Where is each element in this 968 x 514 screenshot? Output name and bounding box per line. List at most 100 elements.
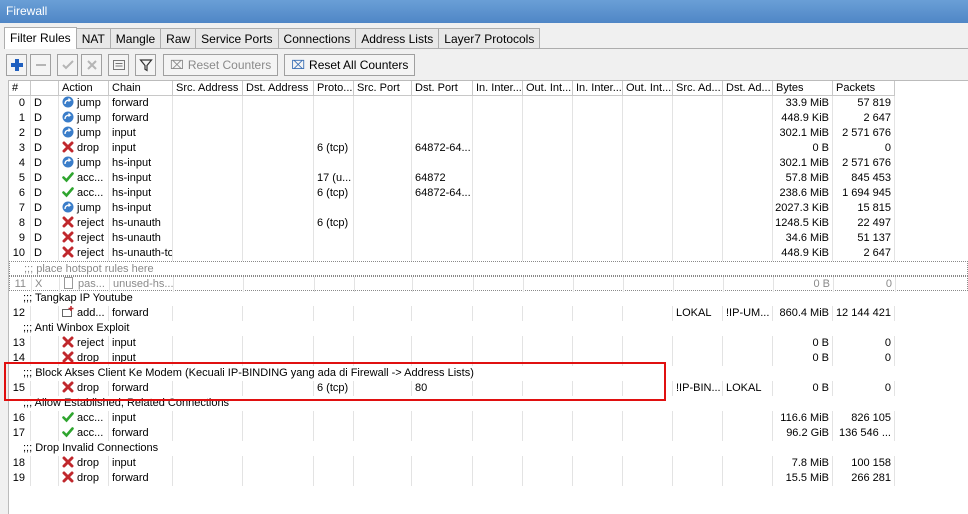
rule-number: 2 xyxy=(9,126,31,141)
rule-row[interactable]: 5 Dacc... hs-input 17 (u... 64872 57.8 MiB 845… xyxy=(9,171,968,186)
tab-layer7-protocols[interactable]: Layer7 Protocols xyxy=(438,28,541,49)
rule-dst-port xyxy=(412,351,473,366)
rule-row[interactable]: 7 Djump hs-input 2027.3 KiB 15 815 xyxy=(9,201,968,216)
empty-cell xyxy=(573,411,623,426)
empty-cell xyxy=(354,426,412,441)
column-header[interactable]: Src. Port xyxy=(354,81,412,96)
disable-button[interactable] xyxy=(81,54,102,76)
rule-row[interactable]: 8 Dreject hs-unauth 6 (tcp) 1248.5 KiB 22 497 xyxy=(9,216,968,231)
rule-row[interactable]: 16 acc... input 116.6 MiB 826 105 xyxy=(9,411,968,426)
reset-all-counters-label: Reset All Counters xyxy=(309,58,409,72)
empty-cell xyxy=(173,336,243,351)
rule-dst-port xyxy=(412,456,473,471)
comment-row[interactable]: ;;; Anti Winbox Exploit xyxy=(9,321,968,336)
rule-row[interactable]: 17 acc... forward 96.2 GiB 136 546 ... xyxy=(9,426,968,441)
comment-row[interactable]: ;;; Drop Invalid Connections xyxy=(9,441,968,456)
rule-row[interactable]: 0 Djump forward 33.9 MiB 57 819 xyxy=(9,96,968,111)
rule-chain: forward xyxy=(109,426,173,441)
column-header[interactable] xyxy=(31,81,59,96)
rule-dst-port xyxy=(412,126,473,141)
tab-service-ports[interactable]: Service Ports xyxy=(195,28,279,49)
rule-row[interactable]: 13 reject input 0 B0 xyxy=(9,336,968,351)
empty-cell xyxy=(173,456,243,471)
rule-chain: hs-input xyxy=(109,171,173,186)
rule-comment: ;;; Allow Established, Related Connectio… xyxy=(23,397,230,409)
rule-row[interactable]: 4 Djump hs-input 302.1 MiB 2 571 676 xyxy=(9,156,968,171)
tab-connections[interactable]: Connections xyxy=(277,28,357,49)
column-header[interactable]: Bytes xyxy=(773,81,833,96)
column-header[interactable]: In. Inter... xyxy=(573,81,623,96)
rule-row[interactable]: 9 Dreject hs-unauth 34.6 MiB 51 137 xyxy=(9,231,968,246)
rule-flag xyxy=(31,456,59,471)
add-button[interactable] xyxy=(6,54,27,76)
comment-row[interactable]: ;;; place hotspot rules here xyxy=(9,261,968,276)
rule-row[interactable]: 18 drop input 7.8 MiB 100 158 xyxy=(9,456,968,471)
comment-button[interactable] xyxy=(108,54,129,76)
empty-cell xyxy=(173,306,243,321)
rule-number: 5 xyxy=(9,171,31,186)
empty-cell xyxy=(354,351,412,366)
rule-src-address-list xyxy=(673,426,723,441)
column-header[interactable]: Chain xyxy=(109,81,173,96)
column-header[interactable]: Src. Ad... xyxy=(673,81,723,96)
column-header[interactable]: Src. Address xyxy=(173,81,243,96)
rule-row[interactable]: 14 drop input 0 B0 xyxy=(9,351,968,366)
column-header[interactable]: Proto... xyxy=(314,81,354,96)
rule-row[interactable]: 19 drop forward 15.5 MiB 266 281 xyxy=(9,471,968,486)
rule-row[interactable]: 10 Dreject hs-unauth-to 448.9 KiB 2 647 xyxy=(9,246,968,261)
rule-flag: D xyxy=(31,216,59,231)
rule-flag: D xyxy=(31,126,59,141)
reset-counters-button[interactable]: ⌧ Reset Counters xyxy=(163,54,279,76)
rule-protocol xyxy=(314,246,354,261)
rule-row[interactable]: 6 Dacc... hs-input 6 (tcp) 64872-64... 238.6 … xyxy=(9,186,968,201)
tab-nat[interactable]: NAT xyxy=(75,28,111,49)
column-header[interactable]: # xyxy=(9,81,31,96)
enable-button[interactable] xyxy=(57,54,78,76)
rule-action: reject xyxy=(59,231,109,246)
add-to-list-icon xyxy=(62,306,74,317)
remove-button[interactable] xyxy=(30,54,51,76)
rule-src-address-list: !IP-BIN... xyxy=(673,381,723,396)
column-header[interactable]: Action xyxy=(59,81,109,96)
rule-action-label: jump xyxy=(77,127,101,139)
rule-row[interactable]: 3 Ddrop input 6 (tcp) 64872-64... 0 B0 xyxy=(9,141,968,156)
rule-dst-port xyxy=(412,111,473,126)
tab-filter-rules[interactable]: Filter Rules xyxy=(4,27,77,49)
rule-flag xyxy=(31,381,59,396)
empty-cell xyxy=(243,156,314,171)
rule-protocol: 17 (u... xyxy=(314,171,354,186)
column-header[interactable]: Dst. Address xyxy=(243,81,314,96)
comment-row[interactable]: ;;; Tangkap IP Youtube xyxy=(9,291,968,306)
reset-all-counters-button[interactable]: ⌧ Reset All Counters xyxy=(284,54,416,76)
rule-src-address-list xyxy=(673,336,723,351)
rule-row[interactable]: 12 add... forward LOKAL !IP-UM... 860.4 MiB 12… xyxy=(9,306,968,321)
column-header[interactable]: Dst. Ad... xyxy=(723,81,773,96)
column-header[interactable]: In. Inter... xyxy=(473,81,523,96)
rule-chain: input xyxy=(109,336,173,351)
rule-row[interactable]: 11 Xpas... unused-hs... 0 B0 xyxy=(9,276,968,292)
comment-row[interactable]: ;;; Block Akses Client Ke Modem (Kecuali… xyxy=(9,366,968,381)
column-header[interactable]: Out. Int... xyxy=(623,81,673,96)
tab-raw[interactable]: Raw xyxy=(160,28,197,49)
tab-address-lists[interactable]: Address Lists xyxy=(355,28,440,49)
rule-packets: 0 xyxy=(833,351,895,366)
column-header[interactable]: Out. Int... xyxy=(523,81,573,96)
rule-row[interactable]: 2 Djump input 302.1 MiB 2 571 676 xyxy=(9,126,968,141)
empty-cell xyxy=(243,216,314,231)
rule-row[interactable]: 1 Djump forward 448.9 KiB 2 647 xyxy=(9,111,968,126)
rule-dst-port xyxy=(412,246,473,261)
filter-button[interactable] xyxy=(135,54,156,76)
rule-protocol xyxy=(314,201,354,216)
empty-cell xyxy=(473,306,523,321)
tab-mangle[interactable]: Mangle xyxy=(109,28,162,49)
rule-action-label: add... xyxy=(77,307,105,319)
rule-row[interactable]: 15 drop forward 6 (tcp) 80 !IP-BIN... LOKAL 0 B… xyxy=(9,381,968,396)
column-header[interactable]: Packets xyxy=(833,81,895,96)
comment-row[interactable]: ;;; Allow Established, Related Connectio… xyxy=(9,396,968,411)
column-header[interactable]: Dst. Port xyxy=(412,81,473,96)
rule-bytes: 448.9 KiB xyxy=(773,246,833,261)
rule-action: acc... xyxy=(59,186,109,201)
rule-src-address-list xyxy=(673,111,723,126)
rule-action-label: drop xyxy=(77,352,100,364)
rule-protocol xyxy=(314,126,354,141)
